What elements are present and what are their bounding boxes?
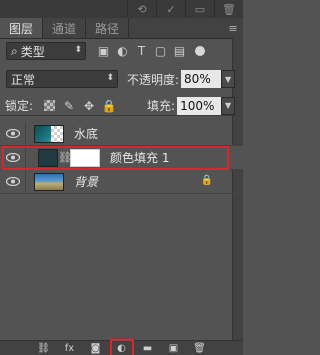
mask-icon[interactable]: ◙ bbox=[87, 342, 105, 354]
layers-list: 水底 ⛓ 颜色填充 1 背景 🔒 bbox=[0, 121, 243, 194]
fill-input[interactable]: 100% bbox=[177, 96, 222, 115]
layer-name[interactable]: 背景 bbox=[74, 173, 98, 190]
folder-icon[interactable]: ▭ bbox=[185, 1, 214, 17]
check-icon[interactable]: ✓ bbox=[156, 1, 185, 17]
blend-mode-value: 正常 bbox=[11, 72, 36, 87]
lock-row: 锁定: ✎ ✥ 🔒 填充: 100% ▼ bbox=[0, 96, 243, 116]
layers-panel: ⟲ ✓ ▭ 🗑 图层 通道 路径 ≡ ⌕ 类型 ⬍ ▣ ◐ T ▢ ▤ 正常 ⬍… bbox=[0, 0, 243, 355]
chevron-updown-icon: ⬍ bbox=[74, 45, 82, 55]
lock-transparent-icon[interactable] bbox=[39, 97, 59, 115]
chevron-updown-icon: ⬍ bbox=[106, 73, 114, 83]
tab-layers[interactable]: 图层 bbox=[0, 18, 44, 38]
fx-icon[interactable]: fx bbox=[61, 342, 79, 354]
opacity-dropdown-button[interactable]: ▼ bbox=[221, 70, 236, 88]
visibility-eye-icon[interactable] bbox=[0, 169, 26, 194]
layer-row-color-fill[interactable]: ⛓ 颜色填充 1 bbox=[0, 145, 243, 170]
group-icon[interactable]: ▬ bbox=[139, 342, 157, 354]
delete-icon[interactable]: 🗑 bbox=[191, 342, 209, 354]
layer-row-water[interactable]: 水底 bbox=[0, 121, 243, 146]
layer-name[interactable]: 颜色填充 1 bbox=[110, 149, 169, 166]
shape-filter-icon[interactable]: ▢ bbox=[151, 42, 170, 60]
layer-thumbnail bbox=[34, 172, 64, 191]
fill-dropdown-button[interactable]: ▼ bbox=[221, 96, 236, 115]
trash-icon[interactable]: 🗑 bbox=[214, 1, 243, 17]
blend-mode-select[interactable]: 正常 ⬍ bbox=[6, 70, 118, 88]
adjustment-layer-icon[interactable]: ◐ bbox=[109, 339, 134, 355]
filter-kind-select[interactable]: ⌕ 类型 ⬍ bbox=[6, 42, 86, 60]
search-icon: ⌕ bbox=[11, 43, 18, 58]
tab-channels[interactable]: 通道 bbox=[43, 18, 87, 38]
layer-mask-thumbnail[interactable] bbox=[70, 148, 100, 167]
lock-label: 锁定: bbox=[5, 99, 34, 113]
tab-bar: 图层 通道 路径 ≡ bbox=[0, 18, 243, 39]
lock-paint-icon[interactable]: ✎ bbox=[59, 97, 79, 115]
type-filter-icon[interactable]: T bbox=[132, 42, 151, 60]
blend-row: 正常 ⬍ 不透明度: 80% ▼ bbox=[0, 68, 243, 90]
visibility-eye-icon[interactable] bbox=[0, 145, 26, 170]
filter-icons: ▣ ◐ T ▢ ▤ bbox=[94, 42, 189, 60]
lock-position-icon[interactable]: ✥ bbox=[79, 97, 99, 115]
filter-row: ⌕ 类型 ⬍ ▣ ◐ T ▢ ▤ bbox=[0, 40, 243, 62]
fill-label: 填充: bbox=[147, 99, 176, 113]
filter-toggle[interactable] bbox=[195, 46, 205, 56]
tab-paths[interactable]: 路径 bbox=[86, 18, 130, 38]
lock-all-icon[interactable]: 🔒 bbox=[99, 97, 119, 115]
new-layer-icon[interactable]: ▣ bbox=[165, 342, 183, 354]
smart-object-filter-icon[interactable]: ▤ bbox=[170, 42, 189, 60]
undo-icon[interactable]: ⟲ bbox=[127, 1, 156, 17]
top-toolbar: ⟲ ✓ ▭ 🗑 bbox=[0, 0, 243, 18]
opacity-label: 不透明度: bbox=[127, 72, 180, 87]
visibility-eye-icon[interactable] bbox=[0, 121, 26, 146]
fill-color-thumbnail[interactable] bbox=[38, 148, 58, 167]
layer-thumbnail bbox=[34, 124, 64, 143]
filter-kind-label: 类型 bbox=[20, 44, 45, 59]
layer-row-background[interactable]: 背景 🔒 bbox=[0, 169, 243, 194]
panel-menu-icon[interactable]: ≡ bbox=[223, 18, 243, 38]
layer-name[interactable]: 水底 bbox=[74, 125, 98, 142]
adjustment-filter-icon[interactable]: ◐ bbox=[113, 42, 132, 60]
lock-icon: 🔒 bbox=[200, 175, 213, 186]
chain-link-icon[interactable]: ⛓ bbox=[58, 151, 72, 164]
bottom-bar: ⛓ fx ◙ ◐ ▬ ▣ 🗑 bbox=[0, 339, 243, 355]
opacity-input[interactable]: 80% bbox=[181, 70, 222, 88]
pixel-filter-icon[interactable]: ▣ bbox=[94, 42, 113, 60]
link-layers-icon[interactable]: ⛓ bbox=[35, 342, 53, 354]
